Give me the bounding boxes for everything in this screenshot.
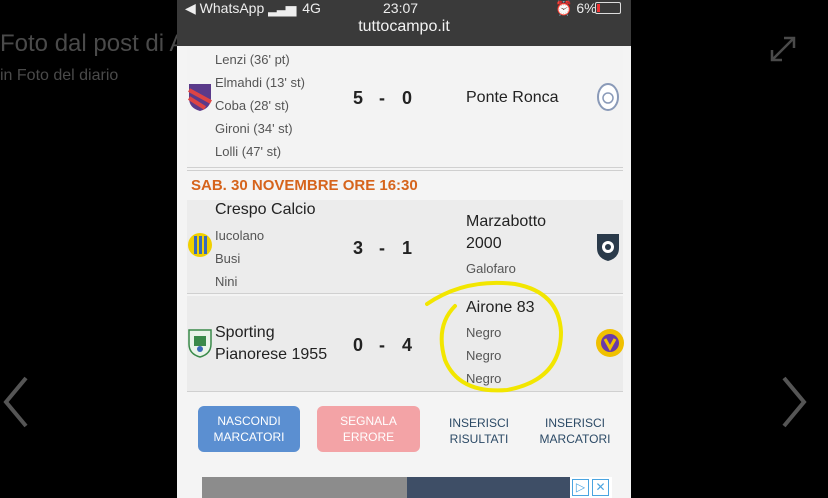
away-score: 1 <box>402 238 413 258</box>
score-dash: - <box>379 238 385 258</box>
results-list: Lenzi (36' pt) Elmahdi (13' st) Coba (28… <box>177 46 631 498</box>
scorer: Elmahdi (13' st) <box>215 75 305 90</box>
scorer: Iucolano <box>215 228 265 243</box>
photo-subtitle[interactable]: in Foto del diario <box>0 67 118 85</box>
hide-scorers-button[interactable]: NASCONDI MARCATORI <box>198 406 300 452</box>
ad-image <box>202 477 407 498</box>
score-dash: - <box>379 88 385 108</box>
scorer: Nini <box>215 274 238 289</box>
away-team-logo <box>595 328 624 358</box>
away-team-name[interactable]: Ponte Ronca <box>466 89 559 107</box>
scorer: Coba (28' st) <box>215 98 290 113</box>
chevron-left-icon[interactable] <box>0 372 36 432</box>
scorer: Gironi (34' st) <box>215 121 293 136</box>
ad-choices-icon[interactable]: ▷ <box>572 479 589 496</box>
away-score: 4 <box>402 335 413 355</box>
away-team-name[interactable]: 2000 <box>466 235 502 253</box>
home-score: 3 <box>353 238 364 258</box>
scorer: Busi <box>215 251 241 266</box>
clock: 23:07 <box>383 0 419 16</box>
network-label: 4G <box>302 0 321 16</box>
date-header: SAB. 30 NOVEMBRE ORE 16:30 <box>191 177 418 194</box>
highlight-circle <box>425 280 564 393</box>
away-team-logo <box>595 232 621 262</box>
home-team-name[interactable]: Crespo Calcio <box>215 201 315 219</box>
match-row[interactable]: Lenzi (36' pt) Elmahdi (13' st) Coba (28… <box>187 46 623 168</box>
ad-controls: ▷ ✕ <box>570 477 612 498</box>
away-score: 0 <box>402 88 413 108</box>
away-team-logo <box>595 82 621 112</box>
battery-label: ⏰ 6% <box>555 0 597 16</box>
home-score: 5 <box>353 88 364 108</box>
status-bar: ◀ WhatsApp ▂▃▅ 4G 23:07 ⏰ 6% tuttocampo.… <box>177 0 631 46</box>
url-bar[interactable]: tuttocampo.it <box>177 18 631 36</box>
expand-icon[interactable] <box>768 34 798 64</box>
close-icon[interactable]: ✕ <box>592 479 609 496</box>
back-to-whatsapp[interactable]: ◀ WhatsApp ▂▃▅ 4G <box>185 0 321 17</box>
home-team-logo <box>187 230 213 260</box>
battery-icon <box>595 2 621 14</box>
insert-results-button[interactable]: INSERISCI RISULTATI <box>439 408 519 454</box>
phone-screenshot: ◀ WhatsApp ▂▃▅ 4G 23:07 ⏰ 6% tuttocampo.… <box>177 0 631 498</box>
home-team-logo <box>187 328 213 358</box>
score-dash: - <box>379 335 385 355</box>
scorer: Galofaro <box>466 261 516 276</box>
scorer: Lenzi (36' pt) <box>215 52 290 67</box>
insert-scorers-button[interactable]: INSERISCI MARCATORI <box>530 408 620 454</box>
home-team-name[interactable]: Sporting <box>215 324 275 342</box>
home-team-logo <box>187 82 213 112</box>
divider <box>187 170 623 171</box>
chevron-right-icon[interactable] <box>774 372 814 432</box>
ad-banner[interactable]: ▷ ✕ <box>202 477 612 498</box>
scorer: Lolli (47' st) <box>215 144 282 159</box>
report-error-button[interactable]: SEGNALA ERRORE <box>317 406 420 452</box>
home-score: 0 <box>353 335 364 355</box>
home-team-name[interactable]: Pianorese 1955 <box>215 346 327 364</box>
away-team-name[interactable]: Marzabotto <box>466 213 546 231</box>
